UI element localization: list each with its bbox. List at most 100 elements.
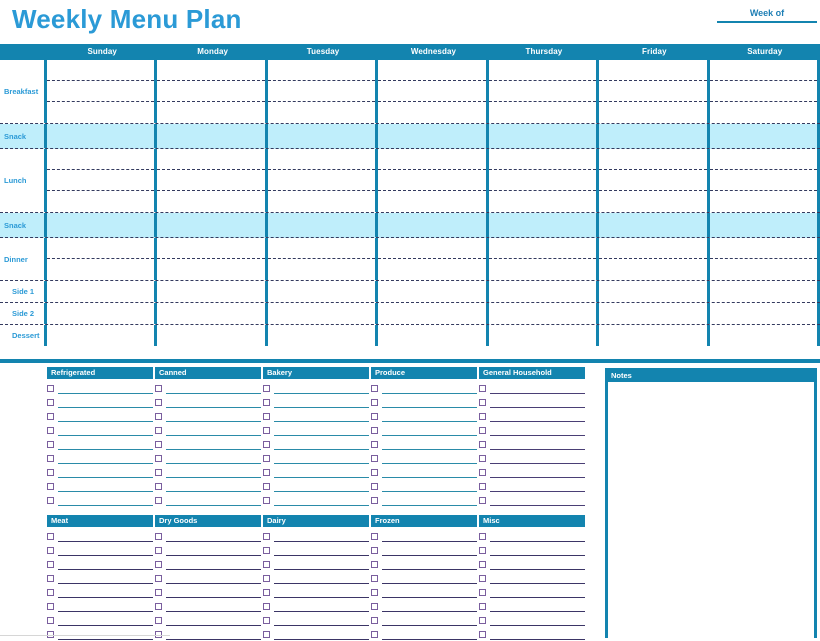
list-item-input-line[interactable] <box>166 541 261 542</box>
menu-cell-line[interactable] <box>47 213 154 237</box>
menu-cell-line[interactable] <box>599 325 706 346</box>
checkbox[interactable] <box>479 603 486 610</box>
checkbox[interactable] <box>371 561 378 568</box>
checkbox[interactable] <box>47 455 54 462</box>
list-item-input-line[interactable] <box>166 625 261 626</box>
list-item-input-line[interactable] <box>490 555 585 556</box>
menu-cell[interactable] <box>47 303 158 324</box>
list-item-input-line[interactable] <box>166 639 261 640</box>
checkbox[interactable] <box>47 589 54 596</box>
menu-cell-line[interactable] <box>157 303 264 324</box>
menu-cell-line[interactable] <box>599 124 706 148</box>
list-item-input-line[interactable] <box>490 421 585 422</box>
list-item-input-line[interactable] <box>382 435 477 436</box>
menu-cell[interactable] <box>599 325 710 346</box>
checkbox[interactable] <box>263 631 270 638</box>
checkbox[interactable] <box>371 413 378 420</box>
list-item-input-line[interactable] <box>58 555 153 556</box>
list-item-input-line[interactable] <box>58 435 153 436</box>
menu-cell-line[interactable] <box>268 325 375 346</box>
list-item-input-line[interactable] <box>382 625 477 626</box>
menu-cell[interactable] <box>709 60 820 123</box>
menu-cell-line[interactable] <box>488 170 597 191</box>
checkbox[interactable] <box>479 575 486 582</box>
checkbox[interactable] <box>371 399 378 406</box>
checkbox[interactable] <box>479 441 486 448</box>
menu-cell[interactable] <box>709 124 820 148</box>
list-item-input-line[interactable] <box>274 541 369 542</box>
checkbox[interactable] <box>155 589 162 596</box>
checkbox[interactable] <box>479 399 486 406</box>
menu-cell-line[interactable] <box>488 60 597 81</box>
list-item-input-line[interactable] <box>490 597 585 598</box>
list-item-input-line[interactable] <box>490 625 585 626</box>
menu-cell-line[interactable] <box>599 102 706 123</box>
menu-cell[interactable] <box>378 281 489 302</box>
list-item-input-line[interactable] <box>490 611 585 612</box>
list-item-input-line[interactable] <box>166 449 261 450</box>
checkbox[interactable] <box>155 399 162 406</box>
list-item-input-line[interactable] <box>274 449 369 450</box>
menu-cell-line[interactable] <box>599 303 706 324</box>
menu-cell-line[interactable] <box>47 281 154 302</box>
checkbox[interactable] <box>263 399 270 406</box>
menu-cell[interactable] <box>157 303 268 324</box>
menu-cell[interactable] <box>47 149 158 212</box>
checkbox[interactable] <box>155 413 162 420</box>
list-item-input-line[interactable] <box>58 421 153 422</box>
menu-cell-line[interactable] <box>709 60 817 81</box>
menu-cell[interactable] <box>488 60 600 123</box>
menu-cell-line[interactable] <box>267 60 376 81</box>
checkbox[interactable] <box>263 385 270 392</box>
list-item-input-line[interactable] <box>490 569 585 570</box>
list-item-input-line[interactable] <box>274 491 369 492</box>
menu-cell[interactable] <box>709 213 820 237</box>
menu-cell-line[interactable] <box>489 191 596 212</box>
menu-cell-line[interactable] <box>599 60 707 81</box>
list-item-input-line[interactable] <box>58 639 153 640</box>
checkbox[interactable] <box>47 497 54 504</box>
checkbox[interactable] <box>155 441 162 448</box>
menu-cell-line[interactable] <box>599 259 706 280</box>
menu-cell[interactable] <box>268 325 379 346</box>
list-item-input-line[interactable] <box>166 555 261 556</box>
checkbox[interactable] <box>263 561 270 568</box>
menu-cell-line[interactable] <box>157 102 264 123</box>
list-item-input-line[interactable] <box>58 449 153 450</box>
menu-cell[interactable] <box>268 303 379 324</box>
list-item-input-line[interactable] <box>166 569 261 570</box>
checkbox[interactable] <box>155 497 162 504</box>
checkbox[interactable] <box>371 469 378 476</box>
menu-cell-line[interactable] <box>157 325 264 346</box>
list-item-input-line[interactable] <box>58 407 153 408</box>
menu-cell-line[interactable] <box>378 238 486 259</box>
list-item-input-line[interactable] <box>166 505 261 506</box>
list-item-input-line[interactable] <box>382 541 477 542</box>
checkbox[interactable] <box>479 413 486 420</box>
menu-cell[interactable] <box>709 238 820 280</box>
menu-cell-line[interactable] <box>378 259 485 280</box>
checkbox[interactable] <box>47 575 54 582</box>
list-item-input-line[interactable] <box>58 625 153 626</box>
checkbox[interactable] <box>479 617 486 624</box>
checkbox[interactable] <box>155 561 162 568</box>
checkbox[interactable] <box>155 575 162 582</box>
checkbox[interactable] <box>263 441 270 448</box>
list-item-input-line[interactable] <box>274 393 369 394</box>
checkbox[interactable] <box>371 589 378 596</box>
menu-cell-line[interactable] <box>378 81 486 102</box>
menu-cell-line[interactable] <box>378 124 485 148</box>
menu-cell-line[interactable] <box>709 170 817 191</box>
menu-cell-line[interactable] <box>709 81 817 102</box>
checkbox[interactable] <box>47 399 54 406</box>
checkbox[interactable] <box>155 533 162 540</box>
list-item-input-line[interactable] <box>274 583 369 584</box>
menu-cell-line[interactable] <box>710 325 817 346</box>
list-item-input-line[interactable] <box>490 491 585 492</box>
list-item-input-line[interactable] <box>274 611 369 612</box>
menu-cell-line[interactable] <box>378 60 486 81</box>
menu-cell-line[interactable] <box>378 325 485 346</box>
list-item-input-line[interactable] <box>166 463 261 464</box>
menu-cell-line[interactable] <box>157 170 265 191</box>
menu-cell[interactable] <box>488 213 600 237</box>
